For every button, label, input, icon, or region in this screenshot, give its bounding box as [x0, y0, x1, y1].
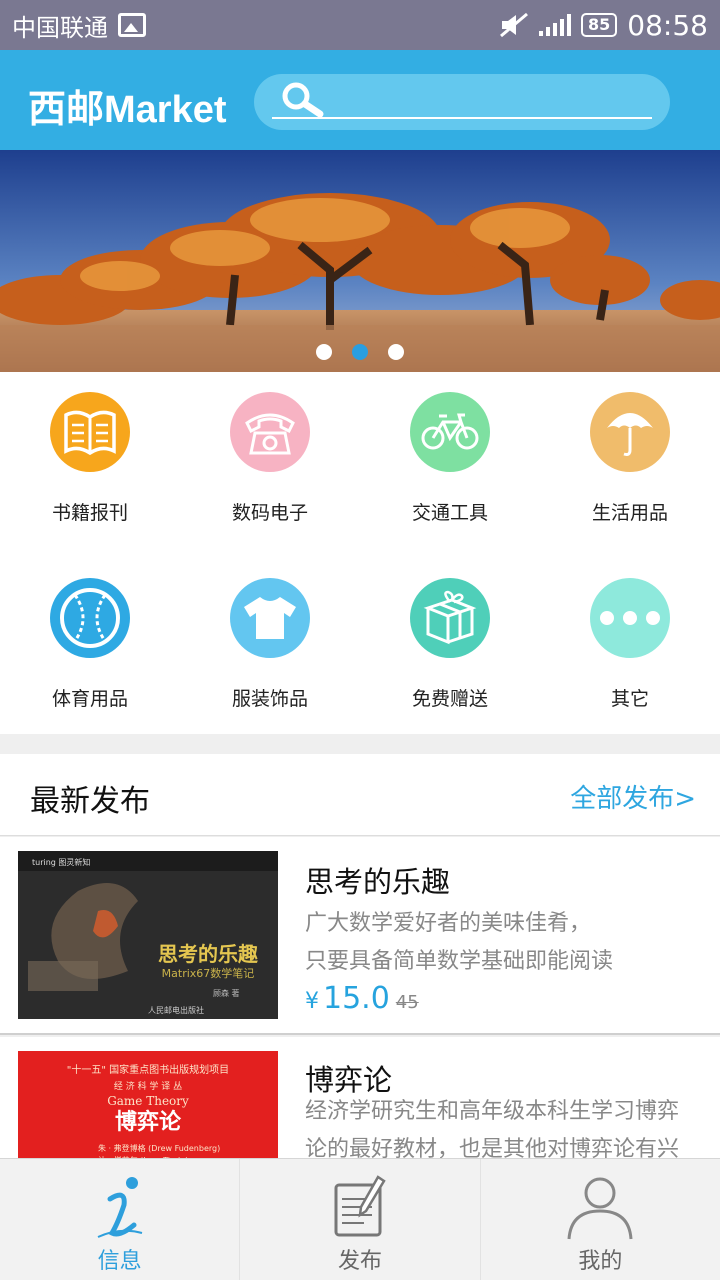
- item-price: ¥15.0 45: [305, 981, 419, 1016]
- category-clothing[interactable]: 服装饰品: [180, 578, 360, 711]
- bicycle-icon[interactable]: [410, 392, 490, 472]
- app-title: 西邮Market: [28, 89, 227, 131]
- category-digital[interactable]: 数码电子: [180, 392, 360, 525]
- carrier-group: 中国联通: [12, 8, 146, 43]
- view-all-link[interactable]: 全部发布>: [570, 778, 696, 815]
- search-icon[interactable]: [280, 80, 330, 120]
- status-right: 85 08:58: [499, 9, 708, 42]
- nav-profile[interactable]: 我的: [481, 1159, 720, 1280]
- info-icon[interactable]: [90, 1175, 150, 1241]
- nav-info[interactable]: 信息: [0, 1159, 241, 1280]
- cover-subtitle: Game Theory: [107, 1094, 189, 1108]
- item-description: 广大数学爱好者的美味佳肴， 只要具备简单数学基础即能阅读: [305, 905, 700, 981]
- category-sports[interactable]: 体育用品: [0, 578, 180, 711]
- nav-publish[interactable]: 发布: [240, 1159, 481, 1280]
- baseball-icon[interactable]: [50, 578, 130, 658]
- profile-icon[interactable]: [565, 1175, 635, 1241]
- item-desc-line: 只要具备简单数学基础即能阅读: [305, 949, 614, 974]
- carousel-dot[interactable]: [316, 344, 332, 360]
- telephone-icon[interactable]: [230, 392, 310, 472]
- clock: 08:58: [627, 8, 708, 42]
- category-books[interactable]: 书籍报刊: [0, 392, 180, 525]
- item-desc-line: 经济学研究生和高年级本科生学习博弈: [305, 1099, 680, 1124]
- category-label: 服装饰品: [231, 688, 308, 710]
- item-desc-line: 广大数学爱好者的美味佳肴，: [305, 911, 592, 936]
- nav-label: 我的: [578, 1249, 623, 1274]
- bottom-navigation: 信息 发布 我的: [0, 1158, 720, 1280]
- mute-icon: [500, 12, 529, 38]
- svg-text:顾森 著: 顾森 著: [213, 988, 240, 998]
- currency-symbol: ¥: [305, 989, 319, 1014]
- svg-text:经 济 科 学 译 丛: 经 济 科 学 译 丛: [114, 1080, 182, 1092]
- search-input[interactable]: [338, 82, 638, 118]
- category-label: 免费赠送: [411, 688, 488, 710]
- more-icon[interactable]: [590, 578, 670, 658]
- gift-icon[interactable]: [410, 578, 490, 658]
- original-price: 45: [395, 992, 419, 1013]
- nav-label: 发布: [337, 1249, 382, 1274]
- book-icon[interactable]: [50, 392, 130, 472]
- latest-section-header: 最新发布 全部发布>: [0, 754, 720, 836]
- app-header: 西邮Market: [0, 50, 720, 150]
- category-grid: 书籍报刊 数码电子 交通工具 生活用品 体育用品 服装饰品 免费赠送 其它: [0, 372, 720, 734]
- category-transport[interactable]: 交通工具: [360, 392, 540, 525]
- banner-image[interactable]: [0, 150, 720, 372]
- search-underline: [272, 117, 652, 119]
- carousel-dot[interactable]: [388, 344, 404, 360]
- cover-title: 博弈论: [115, 1109, 182, 1135]
- cover-title: 思考的乐趣: [158, 942, 259, 966]
- battery-indicator: 85: [581, 13, 618, 37]
- category-label: 交通工具: [411, 502, 488, 524]
- category-daily[interactable]: 生活用品: [540, 392, 720, 525]
- svg-text:"十一五" 国家重点图书出版规划项目: "十一五" 国家重点图书出版规划项目: [67, 1063, 229, 1076]
- list-item[interactable]: turing 图灵新知 思考的乐趣 Matrix67数学笔记 顾森 著 人民邮电…: [0, 837, 720, 1035]
- item-title: 思考的乐趣: [305, 865, 451, 899]
- section-title: 最新发布: [30, 784, 150, 819]
- carrier-name: 中国联通: [12, 13, 108, 42]
- carousel-dot-active[interactable]: [352, 344, 368, 360]
- signal-icon: [539, 14, 572, 36]
- category-other[interactable]: 其它: [540, 578, 720, 711]
- search-bar[interactable]: [254, 74, 670, 130]
- banner-carousel[interactable]: [0, 150, 720, 372]
- tshirt-icon[interactable]: [230, 578, 310, 658]
- carousel-dots: [0, 344, 720, 360]
- umbrella-icon[interactable]: [590, 392, 670, 472]
- svg-text:人民邮电出版社: 人民邮电出版社: [148, 1005, 204, 1015]
- publish-icon[interactable]: [330, 1175, 390, 1241]
- cover-subtitle: Matrix67数学笔记: [162, 966, 255, 980]
- category-label: 数码电子: [231, 502, 308, 524]
- price-value: 15.0: [323, 981, 390, 1016]
- image-notification-icon: [118, 13, 146, 37]
- category-label: 生活用品: [591, 502, 668, 524]
- book-cover-image[interactable]: turing 图灵新知 思考的乐趣 Matrix67数学笔记 顾森 著 人民邮电…: [18, 851, 278, 1019]
- app-screen: 中国联通 85 08:58 西邮Market 书籍报刊 数码电子 交通工具 生活…: [0, 0, 720, 1280]
- status-bar: 中国联通 85 08:58: [0, 0, 720, 50]
- category-free[interactable]: 免费赠送: [360, 578, 540, 711]
- category-label: 体育用品: [51, 688, 128, 710]
- category-label: 其它: [610, 688, 649, 710]
- category-label: 书籍报刊: [51, 502, 128, 524]
- svg-text:turing 图灵新知: turing 图灵新知: [32, 857, 90, 867]
- nav-label: 信息: [97, 1249, 142, 1274]
- svg-text:朱 · 弗登博格 (Drew Fudenberg): 朱 · 弗登博格 (Drew Fudenberg): [98, 1143, 220, 1153]
